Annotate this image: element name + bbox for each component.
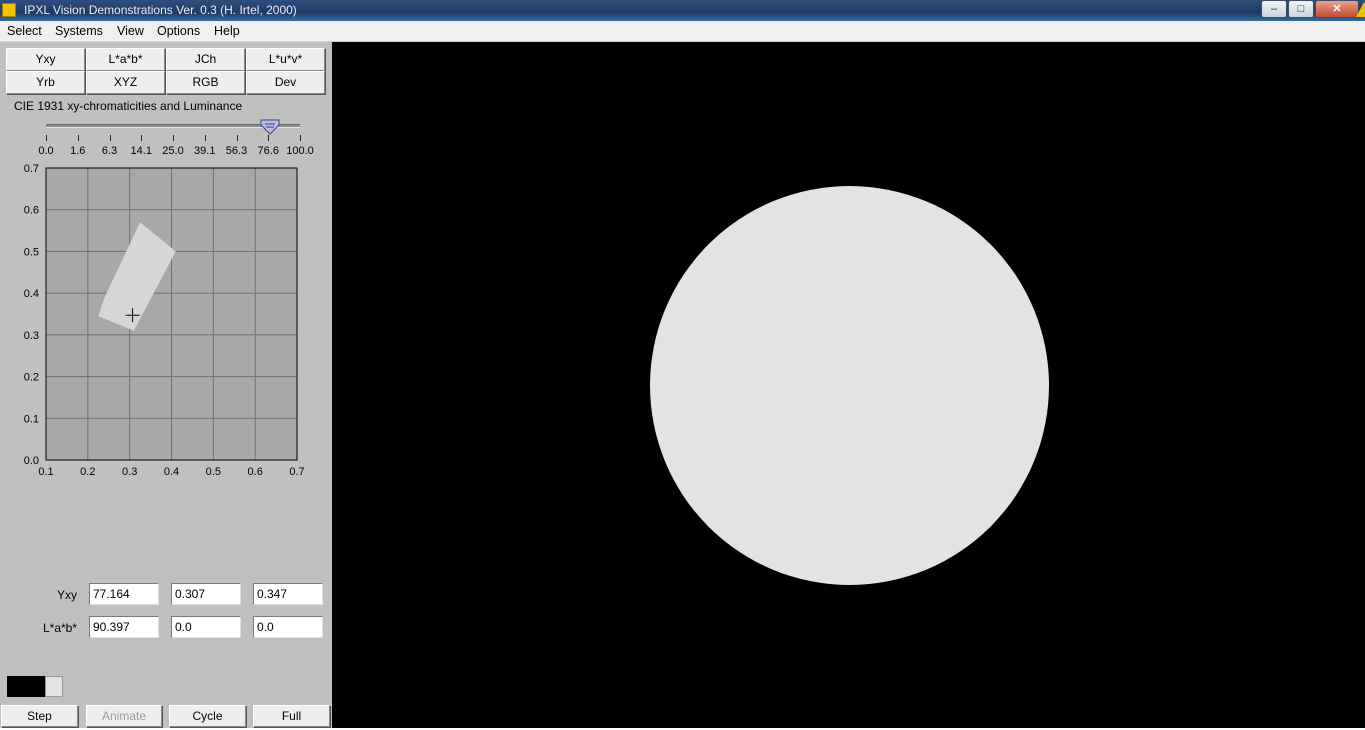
slider-tick-label: 100.0 [286, 145, 314, 157]
color-stimulus-disk [650, 186, 1049, 585]
warning-icon [1356, 2, 1365, 17]
stimulus-color-swatch[interactable] [45, 676, 63, 697]
control-panel: Yxy L*a*b* JCh L*u*v* Yrb XYZ RGB Dev CI… [0, 42, 332, 730]
window-title: IPXL Vision Demonstrations Ver. 0.3 (H. … [24, 3, 297, 17]
minimize-button[interactable]: – [1261, 0, 1287, 18]
yxy-row-label: Yxy [56, 588, 77, 602]
x-tick-label: 0.1 [38, 466, 53, 478]
y-tick-label: 0.7 [24, 163, 39, 175]
y-tick-label: 0.3 [24, 330, 39, 342]
menu-bar: Select Systems View Options Help [0, 21, 1365, 42]
background-color-swatch[interactable] [7, 676, 45, 697]
menu-systems[interactable]: Systems [55, 24, 103, 38]
slider-tick [46, 135, 47, 141]
yxy-ychrom-field[interactable] [253, 583, 323, 605]
y-tick-label: 0.0 [24, 455, 39, 467]
slider-tick [268, 135, 270, 141]
slider-tick [300, 135, 301, 141]
app-icon [2, 3, 16, 17]
slider-tick [173, 135, 174, 141]
cycle-button[interactable]: Cycle [169, 705, 246, 727]
chart-caption: CIE 1931 xy-chromaticities and Luminance [14, 99, 243, 113]
maximize-button[interactable]: □ [1288, 0, 1314, 18]
slider-tick [77, 135, 79, 141]
slider-tick [141, 135, 143, 141]
slider-tick [109, 135, 111, 141]
y-tick-label: 0.4 [24, 288, 39, 300]
y-tick-label: 0.1 [24, 413, 39, 425]
lab-b-field[interactable] [253, 616, 323, 638]
animate-button[interactable]: Animate [86, 705, 162, 727]
menu-options[interactable]: Options [157, 24, 200, 38]
system-yxy-button[interactable]: Yxy [6, 48, 85, 71]
system-lab-button[interactable]: L*a*b* [86, 48, 165, 71]
yxy-y-field[interactable] [89, 583, 159, 605]
system-luv-button[interactable]: L*u*v* [246, 48, 325, 71]
menu-view[interactable]: View [117, 24, 144, 38]
x-tick-label: 0.6 [248, 466, 263, 478]
luminance-slider-thumb[interactable] [260, 119, 280, 135]
stimulus-display[interactable] [332, 42, 1365, 728]
x-tick-label: 0.2 [80, 466, 95, 478]
menu-select[interactable]: Select [7, 24, 42, 38]
slider-tick [204, 135, 206, 141]
slider-tick [236, 135, 238, 141]
lab-a-field[interactable] [171, 616, 241, 638]
x-tick-label: 0.3 [122, 466, 137, 478]
step-button[interactable]: Step [1, 705, 78, 727]
lab-l-field[interactable] [89, 616, 159, 638]
system-dev-button[interactable]: Dev [246, 71, 325, 94]
y-tick-label: 0.6 [24, 205, 39, 217]
x-tick-label: 0.5 [206, 466, 221, 478]
system-xyz-button[interactable]: XYZ [86, 71, 165, 94]
full-button[interactable]: Full [253, 705, 330, 727]
menu-help[interactable]: Help [214, 24, 240, 38]
lab-row-label: L*a*b* [42, 621, 77, 635]
close-button[interactable]: ✕ [1315, 0, 1359, 18]
x-tick-label: 0.7 [289, 466, 304, 478]
system-yrb-button[interactable]: Yrb [6, 71, 85, 94]
y-tick-label: 0.2 [24, 372, 39, 384]
yxy-x-field[interactable] [171, 583, 241, 605]
chromaticity-chart[interactable]: 0.1 0.2 0.3 0.4 0.5 0.6 0.70.00.10.20.30.40.50… [0, 158, 332, 488]
system-jch-button[interactable]: JCh [166, 48, 245, 71]
y-tick-label: 0.5 [24, 246, 39, 258]
x-tick-label: 0.4 [164, 466, 179, 478]
system-rgb-button[interactable]: RGB [166, 71, 245, 94]
title-bar: IPXL Vision Demonstrations Ver. 0.3 (H. … [0, 0, 1365, 21]
